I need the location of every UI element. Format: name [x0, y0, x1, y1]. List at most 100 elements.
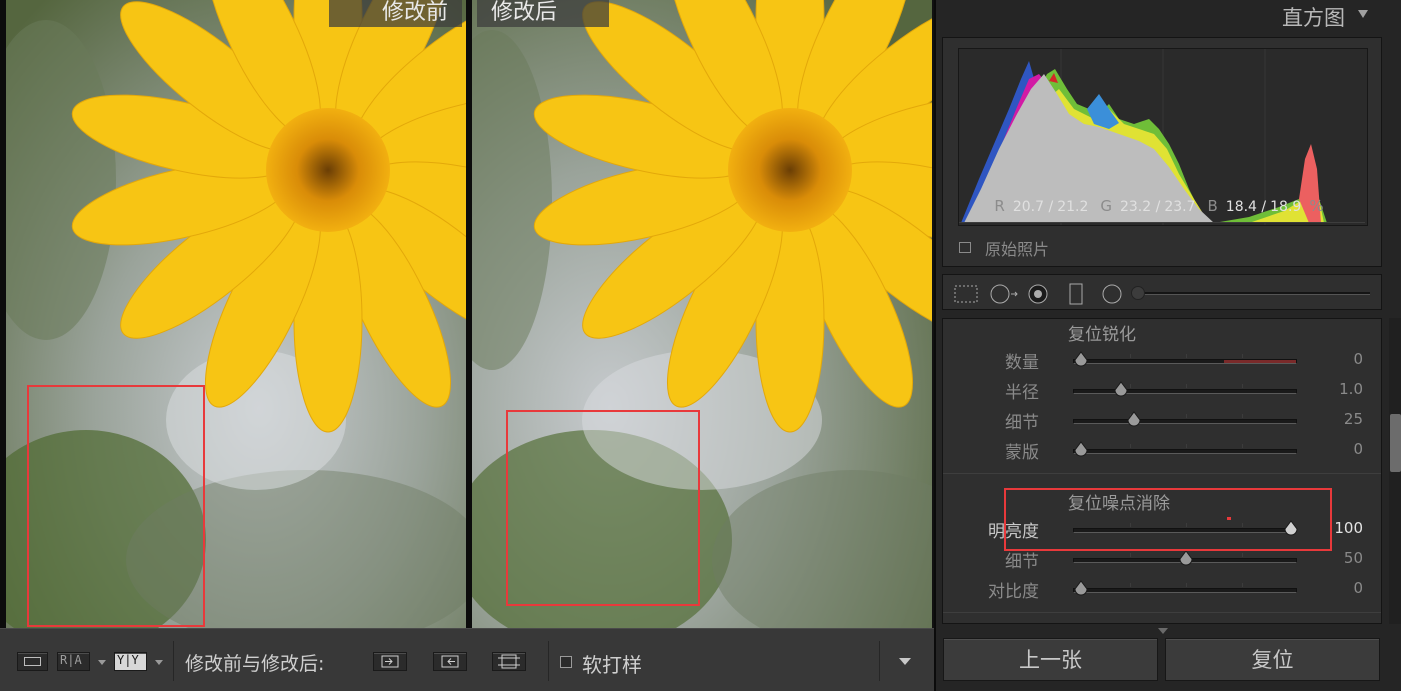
slider-tick	[1242, 583, 1243, 587]
slider-thumb[interactable]	[1073, 351, 1089, 369]
after-photo[interactable]: 修改后	[472, 0, 932, 628]
bottom-toolbar: R|A Y|Y 修改前与修改后: 软打样	[0, 628, 934, 691]
swap-before-after-button[interactable]	[492, 652, 526, 671]
slider-track[interactable]	[1073, 351, 1297, 367]
slider-tick	[1130, 553, 1131, 557]
slider-value[interactable]: 0	[1353, 440, 1363, 458]
slider-value[interactable]: 25	[1344, 410, 1363, 428]
slider-track[interactable]	[1073, 381, 1297, 397]
slider-track[interactable]	[1073, 441, 1297, 457]
b-label: B	[1207, 197, 1218, 215]
loupe-view-button[interactable]	[17, 652, 48, 671]
image-viewer: 修改前 修改后	[0, 0, 934, 628]
collapse-triangle-icon[interactable]	[1358, 10, 1368, 18]
ra-label: R|A	[60, 653, 82, 667]
slider-row: 细节 50	[943, 547, 1381, 575]
highlight-box-luminance	[1004, 488, 1332, 551]
slider-tick	[1130, 354, 1131, 358]
slider-row: 对比度 0	[943, 577, 1381, 605]
slider-tick	[1130, 444, 1131, 448]
slider-thumb[interactable]	[1073, 580, 1089, 598]
section-divider	[943, 612, 1381, 613]
swap-icon	[498, 654, 520, 669]
slider-row: 数量 0	[943, 348, 1381, 376]
chevron-down-icon[interactable]	[155, 660, 163, 665]
copy-before-to-after-button[interactable]	[373, 652, 407, 671]
slider-value[interactable]: 50	[1344, 549, 1363, 567]
panel-scrollbar[interactable]	[1389, 318, 1401, 624]
before-photo[interactable]: 修改前	[6, 0, 466, 628]
develop-module: 修改前 修改后 R|A Y|Y 修改前与修改后: 软打样 直方图 R 20.7 …	[0, 0, 1401, 691]
slider-track[interactable]	[1073, 580, 1297, 596]
spot-removal-icon[interactable]	[989, 283, 1021, 305]
scroll-thumb[interactable]	[1390, 414, 1401, 472]
slider-tick	[1130, 384, 1131, 388]
slider-track[interactable]	[1073, 550, 1297, 566]
slider-tick	[1242, 354, 1243, 358]
slider-tick	[1186, 444, 1187, 448]
slider-tick	[1242, 384, 1243, 388]
before-after-yy-button[interactable]: Y|Y	[114, 652, 147, 671]
toolbar-separator	[548, 641, 549, 681]
slider-tick	[1186, 414, 1187, 418]
slider-tick	[1186, 384, 1187, 388]
chevron-down-icon[interactable]	[98, 660, 106, 665]
histogram-panel: R 20.7 /21.2 G 23.2 /23.7 B 18.4 /18.9% 原始照片	[942, 37, 1382, 267]
original-photo-checkbox[interactable]	[959, 242, 971, 253]
original-photo-label: 原始照片	[985, 240, 1050, 259]
toolbar-menu-chevron-icon[interactable]	[899, 658, 911, 665]
slider-value[interactable]: 0	[1353, 350, 1363, 368]
percent-unit: %	[1309, 197, 1324, 215]
before-label: 修改前	[329, 0, 462, 27]
copy-after-to-before-button[interactable]	[433, 652, 467, 671]
slider-thumb[interactable]	[1113, 381, 1129, 399]
crop-overlay-icon[interactable]	[953, 283, 979, 305]
arrow-left-icon	[441, 655, 459, 668]
slider-tick	[1242, 553, 1243, 557]
after-label: 修改后	[477, 0, 609, 27]
soft-proof-label: 软打样	[582, 653, 642, 677]
yy-label: Y|Y	[117, 653, 139, 667]
soft-proof-checkbox[interactable]	[560, 656, 572, 668]
slider-value[interactable]: 0	[1353, 579, 1363, 597]
sharpening-title[interactable]: 复位锐化	[1068, 320, 1136, 345]
tool-strip	[942, 274, 1382, 310]
right-panel: 直方图 R 20.7 / 21.2 G 23.2 / 23.7 B 18.4 /…	[934, 0, 1401, 691]
slider-row: 细节 25	[943, 408, 1381, 436]
brush-slider-track[interactable]	[1138, 292, 1370, 295]
slider-warning-fill	[1224, 360, 1296, 363]
radial-filter-icon[interactable]	[1101, 283, 1125, 305]
compare-label: 修改前与修改后:	[185, 653, 325, 675]
rgb-readout: R 20.7 /21.2 G 23.2 /23.7 B 18.4 /18.9%	[943, 197, 1383, 215]
r-after: 21.2	[1057, 199, 1089, 215]
slider-thumb[interactable]	[1178, 550, 1194, 568]
reset-button[interactable]: 复位	[1165, 638, 1380, 681]
slider-label: 半径	[1005, 383, 1039, 403]
slider-thumb[interactable]	[1126, 411, 1142, 429]
detail-panel: 复位锐化 数量 0 半径 1.0 细节 25 蒙版 0 复位噪点消除 明亮度 100 细节 50 对比…	[942, 318, 1382, 624]
panel-collapse-icon[interactable]	[1158, 628, 1168, 634]
adjustment-brush-icon[interactable]	[1131, 286, 1145, 300]
b-before: 18.4 /	[1225, 199, 1267, 215]
slider-value[interactable]: 100	[1334, 519, 1363, 537]
highlight-box-after	[506, 410, 700, 606]
graduated-filter-icon[interactable]	[1067, 283, 1085, 305]
left-edge	[0, 0, 6, 628]
red-eye-icon[interactable]	[1027, 283, 1051, 305]
slider-value[interactable]: 1.0	[1339, 380, 1363, 398]
slider-tick	[1130, 583, 1131, 587]
cursor-dot	[1227, 517, 1231, 520]
previous-button[interactable]: 上一张	[943, 638, 1158, 681]
slider-tick	[1242, 414, 1243, 418]
slider-thumb[interactable]	[1073, 441, 1089, 459]
before-after-lr-button[interactable]: R|A	[57, 652, 90, 671]
slider-row: 蒙版 0	[943, 438, 1381, 466]
r-label: R	[994, 197, 1005, 215]
slider-row: 半径 1.0	[943, 378, 1381, 406]
histogram-separator	[959, 222, 1365, 223]
slider-track[interactable]	[1073, 411, 1297, 427]
g-label: G	[1100, 197, 1112, 215]
b-after: 18.9	[1270, 199, 1302, 215]
histogram-title[interactable]: 直方图	[1282, 2, 1345, 32]
slider-label: 细节	[1005, 413, 1039, 433]
